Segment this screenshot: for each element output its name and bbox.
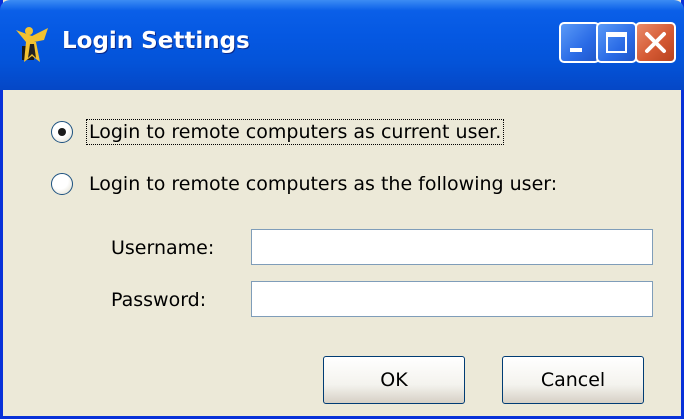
username-label: Username: xyxy=(111,237,215,259)
close-button[interactable] xyxy=(635,22,676,63)
ok-button[interactable]: OK xyxy=(323,356,465,404)
radio-button[interactable] xyxy=(51,121,73,143)
maximize-button[interactable] xyxy=(596,22,637,63)
app-icon xyxy=(16,27,48,62)
title-bar[interactable]: Login Settings xyxy=(0,0,684,90)
radio-selected-dot xyxy=(58,128,66,136)
radio-following-user[interactable]: Login to remote computers as the followi… xyxy=(51,172,559,196)
radio-following-user-label[interactable]: Login to remote computers as the followi… xyxy=(87,172,559,196)
minimize-icon xyxy=(570,48,582,52)
dialog-body: Login to remote computers as current use… xyxy=(3,90,681,416)
cancel-button[interactable]: Cancel xyxy=(502,356,644,404)
login-settings-window: Login Settings Login to remote computers… xyxy=(0,0,684,419)
radio-current-user[interactable]: Login to remote computers as current use… xyxy=(51,119,505,145)
password-label: Password: xyxy=(111,289,207,311)
radio-button[interactable] xyxy=(51,173,73,195)
maximize-icon xyxy=(606,32,627,53)
radio-current-user-label[interactable]: Login to remote computers as current use… xyxy=(85,119,505,145)
close-icon xyxy=(645,32,666,53)
username-input[interactable] xyxy=(251,229,653,265)
minimize-button[interactable] xyxy=(559,22,600,63)
password-input[interactable] xyxy=(251,281,653,317)
window-title: Login Settings xyxy=(62,28,250,54)
